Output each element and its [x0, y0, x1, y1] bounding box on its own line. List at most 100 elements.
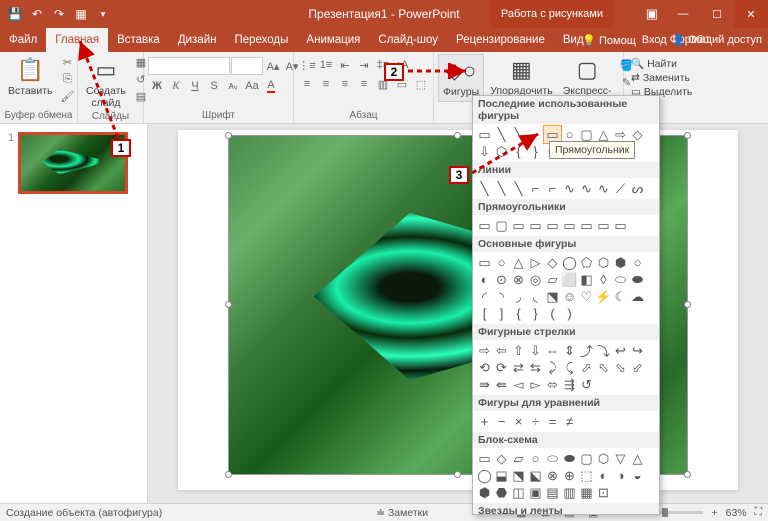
- fit-icon[interactable]: ⛶: [755, 506, 762, 519]
- shape[interactable]: ⬃: [629, 359, 646, 376]
- resize-handle[interactable]: [225, 471, 232, 478]
- font-color-icon[interactable]: A: [262, 78, 280, 94]
- shape[interactable]: ⊗: [510, 271, 527, 288]
- shape[interactable]: ▦: [578, 484, 595, 501]
- shape-fill-icon[interactable]: 🪣: [618, 57, 636, 73]
- minimize-button[interactable]: ―: [666, 0, 700, 28]
- resize-handle[interactable]: [225, 132, 232, 139]
- shape[interactable]: ⟲: [476, 359, 493, 376]
- grow-font-icon[interactable]: A▴: [264, 58, 282, 74]
- smartart-icon[interactable]: ⬚: [412, 76, 430, 92]
- shape[interactable]: ⬭: [612, 271, 629, 288]
- shape[interactable]: ◅: [510, 376, 527, 393]
- cut-icon[interactable]: ✂: [59, 54, 77, 70]
- shape[interactable]: ↺: [578, 376, 595, 393]
- font-size-select[interactable]: [231, 57, 263, 75]
- shape[interactable]: ◯: [561, 254, 578, 271]
- tab-review[interactable]: Рецензирование: [447, 28, 554, 52]
- zoom-level[interactable]: 63%: [726, 507, 747, 519]
- shape[interactable]: ⬁: [595, 359, 612, 376]
- shape[interactable]: ◝: [493, 288, 510, 305]
- shape[interactable]: ◑: [612, 467, 629, 484]
- shape[interactable]: ▥: [561, 484, 578, 501]
- shape[interactable]: ◫: [510, 484, 527, 501]
- shape[interactable]: ⬭: [544, 450, 561, 467]
- indent-dec-icon[interactable]: ⇤: [336, 57, 354, 73]
- shape-line[interactable]: ╲: [476, 180, 493, 197]
- arrange-button[interactable]: ▦ Упорядочить: [486, 54, 556, 100]
- shape-outline-icon[interactable]: ✎: [618, 74, 636, 90]
- undo-icon[interactable]: ↶: [30, 7, 44, 21]
- shape[interactable]: ▻: [527, 376, 544, 393]
- shape[interactable]: ◊: [595, 271, 612, 288]
- tab-slideshow[interactable]: Слайд-шоу: [369, 28, 447, 52]
- shape[interactable]: ▷: [527, 254, 544, 271]
- shape[interactable]: ▱: [510, 450, 527, 467]
- shape[interactable]: ◧: [578, 271, 595, 288]
- shape[interactable]: ◐: [595, 467, 612, 484]
- shape-line[interactable]: ╲: [493, 126, 510, 143]
- underline-icon[interactable]: Ч: [186, 78, 204, 94]
- shape[interactable]: ○: [527, 450, 544, 467]
- shape[interactable]: ☾: [612, 288, 629, 305]
- close-button[interactable]: ✕: [734, 0, 768, 28]
- resize-handle[interactable]: [684, 471, 691, 478]
- align-center-icon[interactable]: ≡: [317, 76, 335, 92]
- new-slide-button[interactable]: ▭ Создать слайд: [82, 54, 130, 111]
- shape[interactable]: ⇆: [527, 359, 544, 376]
- indent-inc-icon[interactable]: ⇥: [355, 57, 373, 73]
- shape[interactable]: ◟: [527, 288, 544, 305]
- shape[interactable]: ◎: [527, 271, 544, 288]
- resize-handle[interactable]: [684, 301, 691, 308]
- shape-rect[interactable]: ▭: [595, 217, 612, 234]
- shape[interactable]: ▭: [476, 254, 493, 271]
- shape[interactable]: (: [544, 305, 561, 322]
- shape[interactable]: ⤴: [578, 342, 595, 359]
- shape[interactable]: −: [493, 413, 510, 430]
- shape[interactable]: ⇔: [544, 342, 561, 359]
- shape[interactable]: ⬣: [493, 484, 510, 501]
- find-button[interactable]: 🔍Найти: [628, 56, 680, 71]
- shape-rect[interactable]: ▭: [612, 217, 629, 234]
- shape-rect[interactable]: ▢: [493, 217, 510, 234]
- shape[interactable]: ≠: [561, 413, 578, 430]
- shape[interactable]: ▽: [612, 450, 629, 467]
- font-family-select[interactable]: [148, 57, 230, 75]
- login-link[interactable]: Вход: [642, 34, 667, 46]
- shape[interactable]: ⊕: [561, 467, 578, 484]
- start-icon[interactable]: ▦: [74, 7, 88, 21]
- shape[interactable]: ⬬: [561, 450, 578, 467]
- shape[interactable]: ▭: [476, 450, 493, 467]
- shape[interactable]: ◒: [629, 467, 646, 484]
- shape-rect[interactable]: ▭: [510, 217, 527, 234]
- shape[interactable]: ⚡: [595, 288, 612, 305]
- shape[interactable]: ⬡: [595, 450, 612, 467]
- notes-button[interactable]: ≐ Заметки: [376, 507, 428, 519]
- shape[interactable]: ⤵: [595, 342, 612, 359]
- resize-handle[interactable]: [225, 301, 232, 308]
- shape[interactable]: ⟳: [493, 359, 510, 376]
- shape-arrow2[interactable]: ⇩: [476, 143, 493, 160]
- shape-hexagon[interactable]: ⬡: [493, 143, 510, 160]
- shape-line2[interactable]: ╲: [510, 126, 527, 143]
- shape[interactable]: {: [510, 305, 527, 322]
- tab-animations[interactable]: Анимация: [297, 28, 369, 52]
- strike-icon[interactable]: S: [205, 78, 223, 94]
- shape[interactable]: ⤸: [544, 359, 561, 376]
- numbering-icon[interactable]: 1≡: [317, 57, 335, 73]
- shape-elbow[interactable]: ⌐: [527, 180, 544, 197]
- copy-icon[interactable]: ⎘: [59, 71, 77, 87]
- shape[interactable]: ⊙: [493, 271, 510, 288]
- shape[interactable]: ▱: [544, 271, 561, 288]
- shape-rect[interactable]: ▭: [561, 217, 578, 234]
- tab-insert[interactable]: Вставка: [108, 28, 169, 52]
- shape-curve[interactable]: ∿: [595, 180, 612, 197]
- shape-brace2[interactable]: }: [527, 143, 544, 160]
- shape[interactable]: ◇: [493, 450, 510, 467]
- shape[interactable]: [: [476, 305, 493, 322]
- shape[interactable]: △: [629, 450, 646, 467]
- tab-home[interactable]: Главная: [46, 28, 108, 52]
- shape[interactable]: =: [544, 413, 561, 430]
- tab-file[interactable]: Файл: [0, 28, 46, 52]
- shadow-icon[interactable]: ᴀᵥ: [224, 78, 242, 94]
